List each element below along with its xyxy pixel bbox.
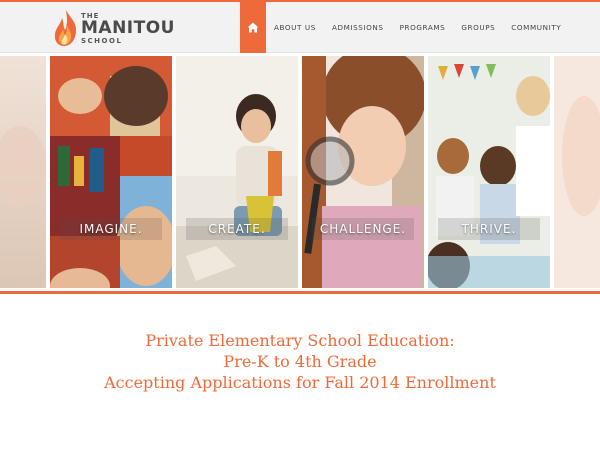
nav-home-button[interactable]	[240, 2, 266, 53]
hero-panel-thrive[interactable]: THRIVE.	[428, 56, 550, 288]
intro-line-1: Private Elementary School Education:	[145, 331, 455, 350]
home-icon	[247, 22, 259, 33]
nav-item-about-us[interactable]: ABOUT US	[266, 2, 324, 53]
nav-item-groups[interactable]: GROUPS	[453, 2, 503, 53]
hero-panel-challenge[interactable]: CHALLENGE.	[302, 56, 424, 288]
child-building-image	[176, 56, 298, 288]
intro-text: Private Elementary School Education: Pre…	[0, 330, 600, 393]
flame-icon	[54, 10, 77, 46]
hero-caption-create: CREATE.	[208, 222, 266, 236]
nav-item-programs[interactable]: PROGRAMS	[392, 2, 454, 53]
school-logo[interactable]: THE MANITOU SCHOOL	[52, 8, 174, 50]
blocks-play-image	[50, 56, 172, 288]
section-divider	[0, 291, 600, 294]
intro-line-2: Pre-K to 4th Grade	[223, 352, 377, 371]
nav-item-community[interactable]: COMMUNITY	[503, 2, 569, 53]
intro-line-3: Accepting Applications for Fall 2014 Enr…	[104, 373, 496, 392]
classroom-group-image	[428, 56, 550, 288]
hero-edge-image-right	[554, 56, 600, 288]
magnifying-glass-girl-image	[302, 56, 424, 288]
hero-caption-thrive: THRIVE.	[461, 222, 517, 236]
hero-panel-imagine[interactable]: IMAGINE.	[50, 56, 172, 288]
hero-panel-create[interactable]: CREATE.	[176, 56, 298, 288]
site-header: THE MANITOU SCHOOL ABOUT US ADMISSIONS P…	[0, 2, 600, 53]
main-navigation: ABOUT US ADMISSIONS PROGRAMS GROUPS COMM…	[240, 2, 569, 53]
logo-text-line3: SCHOOL	[81, 37, 123, 45]
hero-caption-imagine: IMAGINE.	[79, 222, 143, 236]
hero-caption-challenge: CHALLENGE.	[319, 222, 407, 236]
nav-item-admissions[interactable]: ADMISSIONS	[324, 2, 392, 53]
hero-slider: IMAGINE. CREATE. CHALLENGE. THRIVE.	[0, 56, 600, 288]
logo-text-line2: MANITOU	[81, 18, 175, 38]
hero-edge-image-left	[0, 56, 46, 288]
